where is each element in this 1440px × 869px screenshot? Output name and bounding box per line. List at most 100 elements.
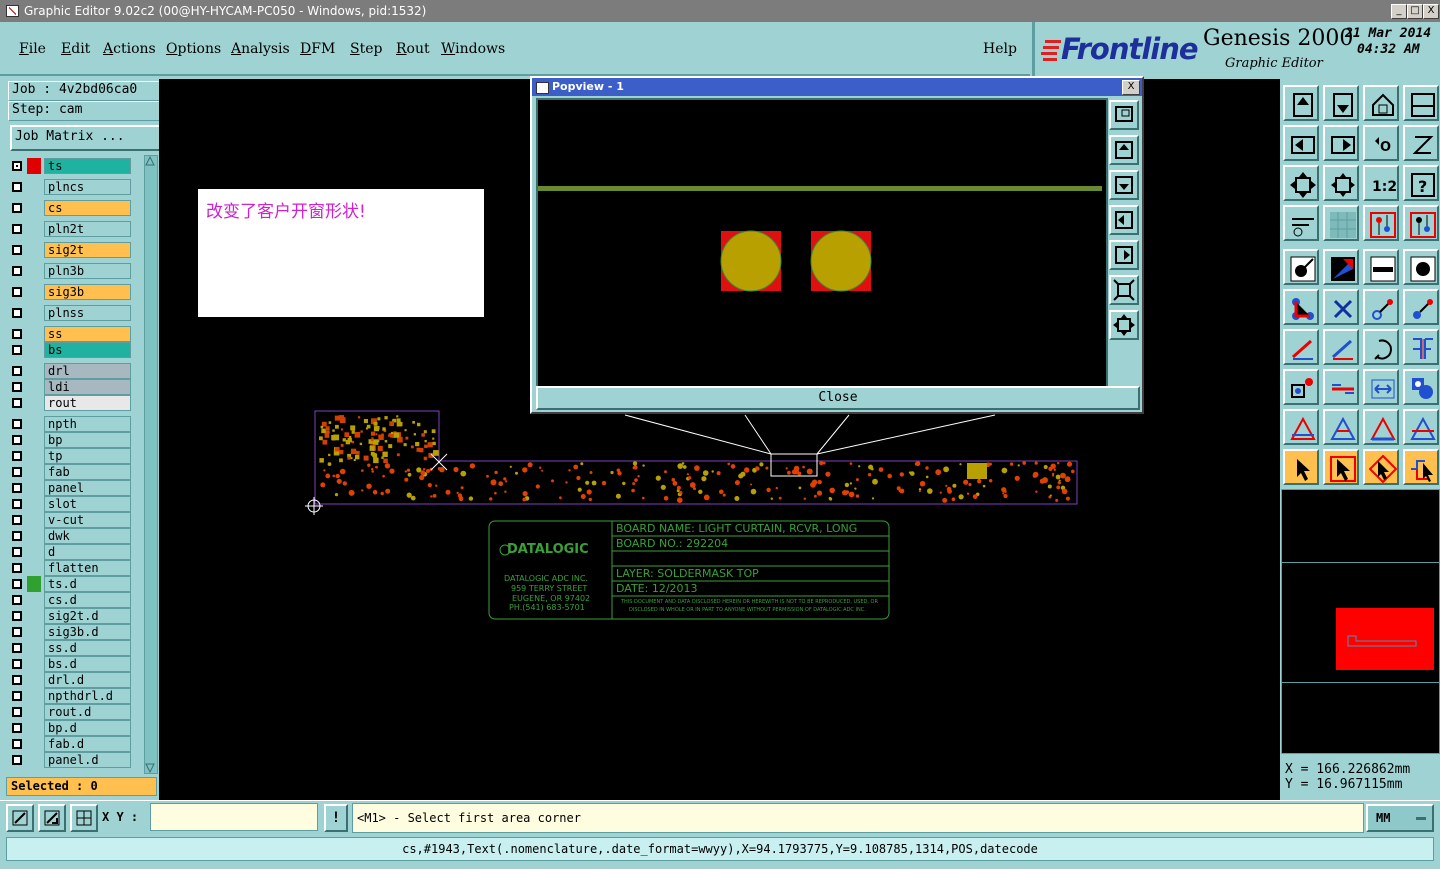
layer-row-rout[interactable]: rout [9,395,134,411]
layer-row-d[interactable]: d [9,544,134,560]
popview-pan-down-icon[interactable] [1109,170,1139,200]
pointer-button[interactable] [1283,449,1319,485]
layer-affected-marker[interactable] [27,544,41,560]
layer-name-label[interactable]: ts [44,158,131,174]
menu-dfm[interactable]: DFM [300,41,335,57]
overview-viewport[interactable] [1336,608,1434,670]
layer-checkbox[interactable] [12,499,22,509]
tri-red-button[interactable] [1283,409,1319,445]
zoom-home-button[interactable] [1283,85,1319,121]
layer-scrollbar[interactable] [144,155,158,774]
measure-button[interactable] [1283,205,1319,241]
grid-button[interactable] [1323,205,1359,241]
feature-select-button[interactable] [1283,249,1319,285]
move-button[interactable] [1283,369,1319,405]
layer-name-label[interactable]: panel.d [44,752,131,768]
layer-checkbox[interactable] [12,419,22,429]
popview-canvas[interactable] [536,98,1108,388]
layer-affected-marker[interactable] [27,480,41,496]
layer-checkbox[interactable] [12,182,22,192]
layer-checkbox[interactable] [12,398,22,408]
layer-checkbox[interactable] [12,691,22,701]
menu-analysis[interactable]: Analysis [231,41,290,57]
minimize-button[interactable]: _ [1391,4,1407,19]
layer-affected-marker[interactable] [27,448,41,464]
popview-pan-left-icon[interactable] [1109,205,1139,235]
popview-zoom-icon[interactable] [1109,100,1139,130]
layer-affected-marker[interactable] [27,158,41,174]
layer-affected-marker[interactable] [27,640,41,656]
resize-button[interactable] [1363,369,1399,405]
layer-display-button[interactable] [1363,205,1399,241]
slash-red-button[interactable] [1283,329,1319,365]
layer-affected-marker[interactable] [27,284,41,300]
menu-step[interactable]: Step [350,41,382,57]
layer-row-bs[interactable]: bs [9,342,134,358]
layer-affected-marker[interactable] [27,200,41,216]
layer-checkbox[interactable] [12,563,22,573]
layer-affected-marker[interactable] [27,624,41,640]
zoom-window-button[interactable] [1403,85,1439,121]
layer-name-label[interactable]: plnss [44,305,131,321]
layer-display2-button[interactable] [1403,205,1439,241]
layer-name-label[interactable]: plncs [44,179,131,195]
layer-row-npthdrl-d[interactable]: npthdrl.d [9,688,134,704]
layer-name-label[interactable]: npthdrl.d [44,688,131,704]
menu-rout[interactable]: Rout [396,41,430,57]
layer-affected-marker[interactable] [27,416,41,432]
zoom-undo-icon[interactable] [38,804,66,832]
layer-row-flatten[interactable]: flatten [9,560,134,576]
layer-checkbox[interactable] [12,739,22,749]
layer-affected-marker[interactable] [27,395,41,411]
layer-affected-marker[interactable] [27,305,41,321]
layer-checkbox[interactable] [12,707,22,717]
pointer-diamond-button[interactable] [1363,449,1399,485]
arc-line-button[interactable] [1403,289,1439,325]
arc-button[interactable] [1363,329,1399,365]
layer-name-label[interactable]: dwk [44,528,131,544]
popview-fit-icon[interactable] [1109,275,1139,305]
layer-checkbox[interactable] [12,467,22,477]
menu-windows[interactable]: Windows [441,41,505,57]
shapes-button[interactable] [1403,369,1439,405]
layer-row-sig3b-d[interactable]: sig3b.d [9,624,134,640]
layer-affected-marker[interactable] [27,576,41,592]
layer-affected-marker[interactable] [27,179,41,195]
layer-checkbox[interactable] [12,755,22,765]
popview-close-x[interactable]: X [1122,80,1140,95]
layer-row-slot[interactable]: slot [9,496,134,512]
layer-row-sig2t-d[interactable]: sig2t.d [9,608,134,624]
pan-right-button[interactable] [1323,125,1359,161]
popview-pan-up-icon[interactable] [1109,135,1139,165]
layer-name-label[interactable]: bp [44,432,131,448]
tri-blue2-button[interactable] [1403,409,1439,445]
layer-name-label[interactable]: sig3b [44,284,131,300]
xy-input[interactable] [150,803,318,831]
layer-checkbox[interactable] [12,382,22,392]
zoom-out-button[interactable] [1323,85,1359,121]
layer-checkbox[interactable] [12,287,22,297]
scroll-up-icon[interactable] [145,156,155,166]
menu-edit[interactable]: Edit [61,41,90,57]
bang-button[interactable]: ! [324,804,348,832]
layer-name-label[interactable]: pln2t [44,221,131,237]
layer-checkbox[interactable] [12,627,22,637]
layer-checkbox[interactable] [12,345,22,355]
layer-checkbox[interactable] [12,595,22,605]
layer-name-label[interactable]: bp.d [44,720,131,736]
layer-name-label[interactable]: pln3b [44,263,131,279]
layer-name-label[interactable]: tp [44,448,131,464]
layer-row-fab-d[interactable]: fab.d [9,736,134,752]
popview-center-icon[interactable] [1109,310,1139,340]
layer-row-dwk[interactable]: dwk [9,528,134,544]
overview-panel[interactable] [1281,489,1440,754]
layer-row-bs-d[interactable]: bs.d [9,656,134,672]
layer-checkbox[interactable] [12,483,22,493]
layer-affected-marker[interactable] [27,672,41,688]
layer-affected-marker[interactable] [27,704,41,720]
layer-affected-marker[interactable] [27,560,41,576]
cross-button[interactable] [1323,289,1359,325]
layer-name-label[interactable]: fab.d [44,736,131,752]
connect-button[interactable] [1283,289,1319,325]
layer-checkbox[interactable] [12,161,22,171]
